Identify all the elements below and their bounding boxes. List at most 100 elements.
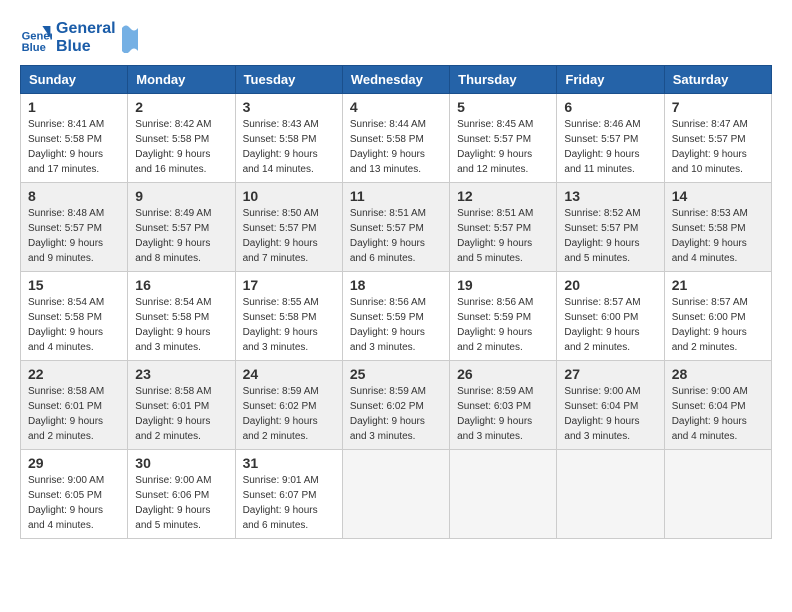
calendar-week-row: 1 Sunrise: 8:41 AMSunset: 5:58 PMDaylight…: [21, 94, 772, 183]
day-info: Sunrise: 8:49 AMSunset: 5:57 PMDaylight:…: [135, 206, 227, 266]
col-header-tuesday: Tuesday: [235, 66, 342, 94]
calendar-cell: 30 Sunrise: 9:00 AMSunset: 6:06 PMDayligh…: [128, 450, 235, 539]
calendar-cell: 20Sunrise: 8:57 AMSunset: 6:00 PMDayligh…: [557, 272, 664, 361]
day-info: Sunrise: 8:59 AMSunset: 6:02 PMDaylight:…: [243, 384, 335, 444]
calendar-cell: 22 Sunrise: 8:58 AMSunset: 6:01 PMDayligh…: [21, 361, 128, 450]
day-info: Sunrise: 9:00 AMSunset: 6:05 PMDaylight:…: [28, 473, 120, 533]
calendar-cell: 28 Sunrise: 9:00 AMSunset: 6:04 PMDayligh…: [664, 361, 771, 450]
col-header-friday: Friday: [557, 66, 664, 94]
day-number: 8: [28, 188, 120, 204]
day-info: Sunrise: 8:58 AMSunset: 6:01 PMDaylight:…: [28, 384, 120, 444]
day-info: Sunrise: 8:52 AMSunset: 5:57 PMDaylight:…: [564, 206, 656, 266]
col-header-monday: Monday: [128, 66, 235, 94]
day-info: Sunrise: 8:54 AMSunset: 5:58 PMDaylight:…: [135, 295, 227, 355]
svg-text:Blue: Blue: [22, 41, 46, 53]
day-info: Sunrise: 8:46 AMSunset: 5:57 PMDaylight:…: [564, 117, 656, 177]
day-info: Sunrise: 9:00 AMSunset: 6:04 PMDaylight:…: [672, 384, 764, 444]
day-number: 29: [28, 455, 120, 471]
day-info: Sunrise: 8:59 AMSunset: 6:02 PMDaylight:…: [350, 384, 442, 444]
day-number: 23: [135, 366, 227, 382]
calendar-cell: 15Sunrise: 8:54 AMSunset: 5:58 PMDayligh…: [21, 272, 128, 361]
calendar-cell: 24 Sunrise: 8:59 AMSunset: 6:02 PMDayligh…: [235, 361, 342, 450]
day-info: Sunrise: 8:44 AMSunset: 5:58 PMDaylight:…: [350, 117, 442, 177]
day-number: 6: [564, 99, 656, 115]
day-number: 26: [457, 366, 549, 382]
day-info: Sunrise: 8:41 AMSunset: 5:58 PMDaylight:…: [28, 117, 120, 177]
calendar-table: SundayMondayTuesdayWednesdayThursdayFrid…: [20, 65, 772, 539]
day-number: 18: [350, 277, 442, 293]
page-header: General Blue General Blue: [20, 20, 772, 55]
calendar-cell: [664, 450, 771, 539]
day-number: 28: [672, 366, 764, 382]
calendar-cell: 19 Sunrise: 8:56 AMSunset: 5:59 PMDayligh…: [450, 272, 557, 361]
day-info: Sunrise: 9:01 AMSunset: 6:07 PMDaylight:…: [243, 473, 335, 533]
calendar-cell: 10 Sunrise: 8:50 AMSunset: 5:57 PMDayligh…: [235, 183, 342, 272]
day-number: 1: [28, 99, 120, 115]
day-info: Sunrise: 8:51 AMSunset: 5:57 PMDaylight:…: [350, 206, 442, 266]
day-number: 20: [564, 277, 656, 293]
calendar-cell: 2 Sunrise: 8:42 AMSunset: 5:58 PMDaylight…: [128, 94, 235, 183]
day-number: 27: [564, 366, 656, 382]
day-info: Sunrise: 8:56 AMSunset: 5:59 PMDaylight:…: [350, 295, 442, 355]
day-number: 16: [135, 277, 227, 293]
calendar-cell: 9 Sunrise: 8:49 AMSunset: 5:57 PMDaylight…: [128, 183, 235, 272]
day-number: 7: [672, 99, 764, 115]
logo: General Blue General Blue: [20, 20, 142, 55]
day-number: 5: [457, 99, 549, 115]
day-number: 12: [457, 188, 549, 204]
calendar-cell: 23 Sunrise: 8:58 AMSunset: 6:01 PMDayligh…: [128, 361, 235, 450]
day-info: Sunrise: 8:56 AMSunset: 5:59 PMDaylight:…: [457, 295, 549, 355]
calendar-cell: 18 Sunrise: 8:56 AMSunset: 5:59 PMDayligh…: [342, 272, 449, 361]
calendar-cell: 8Sunrise: 8:48 AMSunset: 5:57 PMDaylight…: [21, 183, 128, 272]
calendar-week-row: 8Sunrise: 8:48 AMSunset: 5:57 PMDaylight…: [21, 183, 772, 272]
calendar-cell: 4 Sunrise: 8:44 AMSunset: 5:58 PMDaylight…: [342, 94, 449, 183]
calendar-cell: 11Sunrise: 8:51 AMSunset: 5:57 PMDayligh…: [342, 183, 449, 272]
calendar-cell: 5 Sunrise: 8:45 AMSunset: 5:57 PMDaylight…: [450, 94, 557, 183]
calendar-cell: 21Sunrise: 8:57 AMSunset: 6:00 PMDayligh…: [664, 272, 771, 361]
day-info: Sunrise: 8:43 AMSunset: 5:58 PMDaylight:…: [243, 117, 335, 177]
col-header-thursday: Thursday: [450, 66, 557, 94]
day-info: Sunrise: 8:42 AMSunset: 5:58 PMDaylight:…: [135, 117, 227, 177]
calendar-week-row: 29 Sunrise: 9:00 AMSunset: 6:05 PMDayligh…: [21, 450, 772, 539]
calendar-cell: 31 Sunrise: 9:01 AMSunset: 6:07 PMDayligh…: [235, 450, 342, 539]
calendar-cell: [342, 450, 449, 539]
day-number: 2: [135, 99, 227, 115]
calendar-cell: 1 Sunrise: 8:41 AMSunset: 5:58 PMDaylight…: [21, 94, 128, 183]
calendar-cell: [450, 450, 557, 539]
day-number: 3: [243, 99, 335, 115]
calendar-cell: 14Sunrise: 8:53 AMSunset: 5:58 PMDayligh…: [664, 183, 771, 272]
day-info: Sunrise: 8:51 AMSunset: 5:57 PMDaylight:…: [457, 206, 549, 266]
logo-icon: General Blue: [20, 22, 52, 54]
day-info: Sunrise: 8:58 AMSunset: 6:01 PMDaylight:…: [135, 384, 227, 444]
calendar-week-row: 22 Sunrise: 8:58 AMSunset: 6:01 PMDayligh…: [21, 361, 772, 450]
day-info: Sunrise: 8:50 AMSunset: 5:57 PMDaylight:…: [243, 206, 335, 266]
day-number: 14: [672, 188, 764, 204]
calendar-cell: 16 Sunrise: 8:54 AMSunset: 5:58 PMDayligh…: [128, 272, 235, 361]
day-number: 10: [243, 188, 335, 204]
day-number: 17: [243, 277, 335, 293]
day-number: 25: [350, 366, 442, 382]
day-info: Sunrise: 9:00 AMSunset: 6:06 PMDaylight:…: [135, 473, 227, 533]
calendar-cell: [557, 450, 664, 539]
calendar-cell: 13Sunrise: 8:52 AMSunset: 5:57 PMDayligh…: [557, 183, 664, 272]
day-number: 24: [243, 366, 335, 382]
day-info: Sunrise: 8:59 AMSunset: 6:03 PMDaylight:…: [457, 384, 549, 444]
calendar-cell: 6 Sunrise: 8:46 AMSunset: 5:57 PMDaylight…: [557, 94, 664, 183]
calendar-week-row: 15 Sunrise: 8:54 AMSunset: 5:58 PMDayligh…: [21, 272, 772, 361]
calendar-cell: 12 Sunrise: 8:51 AMSunset: 5:57 PMDayligh…: [450, 183, 557, 272]
day-info: Sunrise: 8:45 AMSunset: 5:57 PMDaylight:…: [457, 117, 549, 177]
day-info: Sunrise: 8:55 AMSunset: 5:58 PMDaylight:…: [243, 295, 335, 355]
calendar-cell: 29 Sunrise: 9:00 AMSunset: 6:05 PMDayligh…: [21, 450, 128, 539]
day-number: 9: [135, 188, 227, 204]
day-number: 19: [457, 277, 549, 293]
calendar-cell: 27Sunrise: 9:00 AMSunset: 6:04 PMDayligh…: [557, 361, 664, 450]
calendar-cell: 3 Sunrise: 8:43 AMSunset: 5:58 PMDaylight…: [235, 94, 342, 183]
day-number: 22: [28, 366, 120, 382]
day-number: 31: [243, 455, 335, 471]
day-number: 30: [135, 455, 227, 471]
day-number: 4: [350, 99, 442, 115]
day-number: 15: [28, 277, 120, 293]
logo-wave-icon: [120, 23, 142, 53]
calendar-cell: 26 Sunrise: 8:59 AMSunset: 6:03 PMDayligh…: [450, 361, 557, 450]
day-info: Sunrise: 8:57 AMSunset: 6:00 PMDaylight:…: [672, 295, 764, 355]
